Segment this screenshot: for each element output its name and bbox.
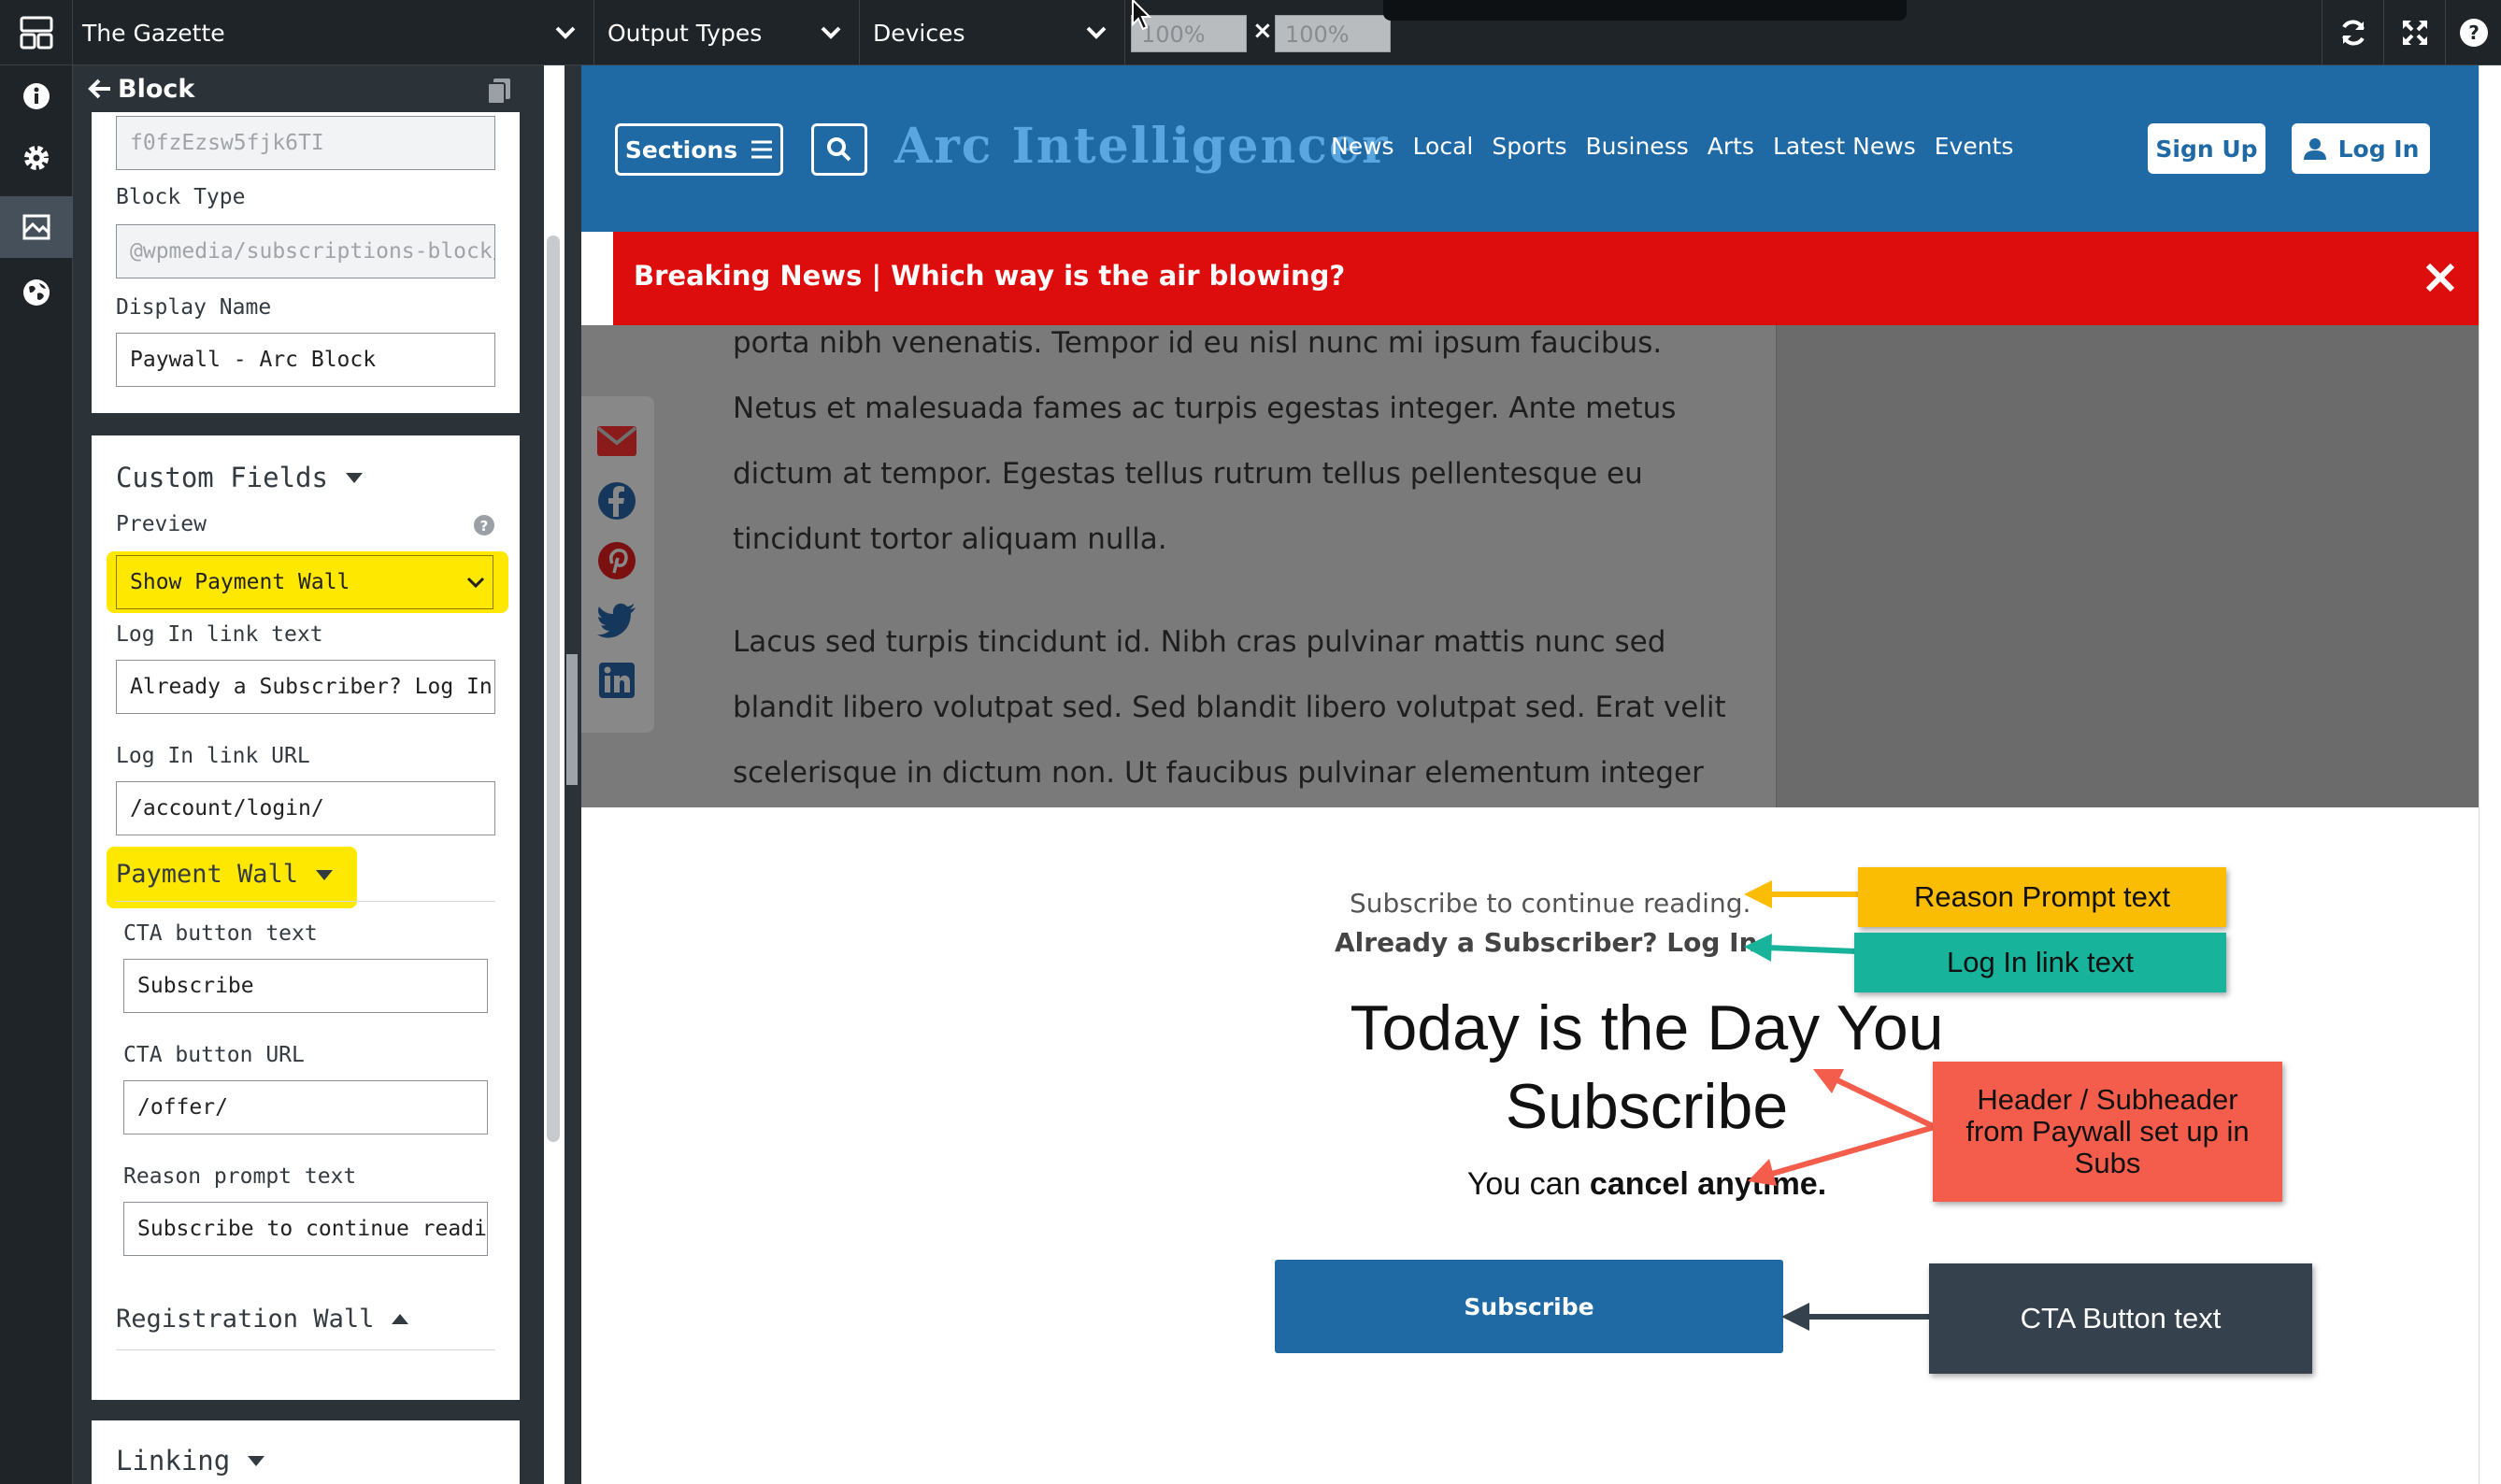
annotation-cta-button: CTA Button text [1929,1263,2312,1374]
cta-arrow [1781,1303,1931,1331]
annotation-header-line: Subs [2074,1147,2141,1179]
login-arrow [1744,934,1857,962]
annotation-login-link: Log In link text [1854,933,2226,992]
annotation-reason-prompt: Reason Prompt text [1858,867,2226,927]
annotation-arrows [1744,880,1936,1331]
annotation-header-subheader: Header / Subheader from Paywall set up i… [1933,1062,2282,1202]
reason-arrow [1744,880,1860,908]
annotation-header-line: from Paywall set up in [1965,1115,2250,1148]
annotation-header-line: Header / Subheader [1977,1083,2238,1116]
header-arrows [1748,1069,1936,1186]
